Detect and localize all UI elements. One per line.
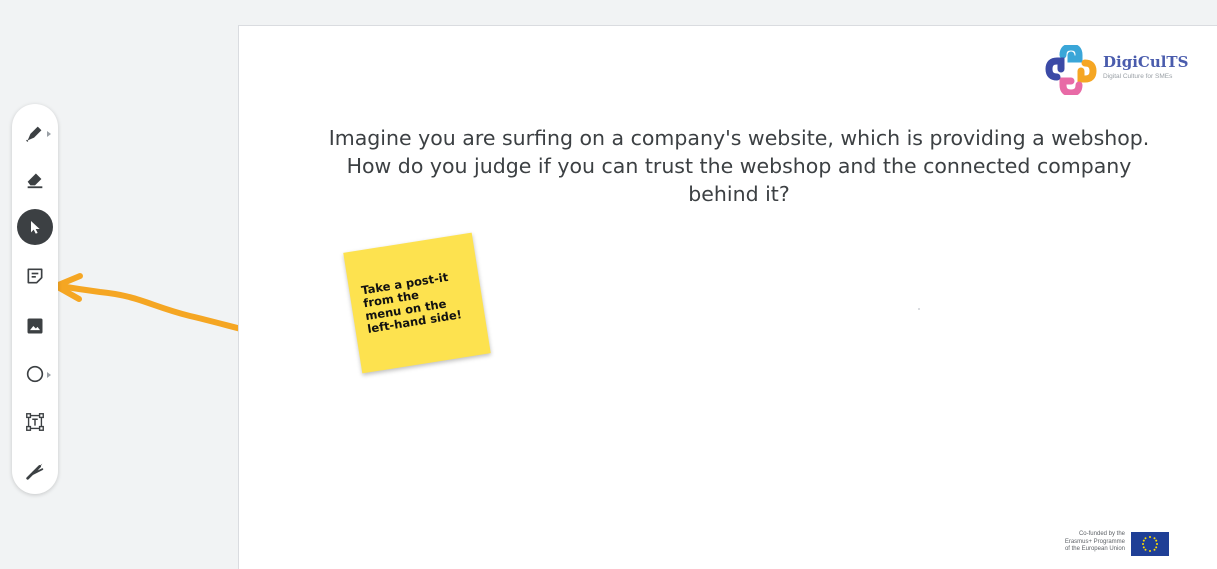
select-tool[interactable] bbox=[17, 209, 53, 245]
sticky-note-text: Take a post-it from the menu on the left… bbox=[360, 269, 463, 336]
digicults-logo: DigiCulTS Digital Culture for SMEs bbox=[1045, 45, 1195, 95]
logo-tagline: Digital Culture for SMEs bbox=[1103, 73, 1173, 80]
laser-pointer-icon bbox=[26, 463, 44, 480]
drawing-toolbar bbox=[12, 104, 58, 494]
stray-dot bbox=[918, 308, 920, 310]
logo-mark-icon bbox=[1045, 45, 1097, 95]
shape-tool[interactable] bbox=[17, 356, 53, 392]
text-box-icon bbox=[26, 413, 44, 431]
caret-right-icon bbox=[47, 372, 51, 378]
circle-shape-icon bbox=[26, 365, 44, 383]
caret-right-icon bbox=[47, 131, 51, 137]
sticky-note-tool[interactable] bbox=[17, 258, 53, 294]
eu-flag-icon bbox=[1131, 532, 1169, 556]
sticky-note-icon bbox=[27, 268, 43, 284]
eraser-icon bbox=[27, 173, 43, 189]
sticky-note[interactable]: Take a post-it from the menu on the left… bbox=[343, 232, 491, 374]
image-icon bbox=[27, 318, 43, 334]
pen-tool[interactable] bbox=[17, 115, 53, 151]
erasmus-funding-logo: Co-funded by the Erasmus+ Programme of t… bbox=[1009, 531, 1169, 561]
logo-name: DigiCulTS bbox=[1103, 53, 1189, 71]
image-tool[interactable] bbox=[17, 308, 53, 344]
pen-icon bbox=[26, 126, 42, 142]
eraser-tool[interactable] bbox=[17, 161, 53, 197]
text-box-tool[interactable] bbox=[17, 404, 53, 440]
laser-tool[interactable] bbox=[17, 453, 53, 489]
question-text[interactable]: Imagine you are surfing on a company's w… bbox=[269, 124, 1209, 208]
funding-text: Co-funded by the Erasmus+ Programme of t… bbox=[1064, 531, 1125, 552]
cursor-icon bbox=[31, 221, 40, 234]
